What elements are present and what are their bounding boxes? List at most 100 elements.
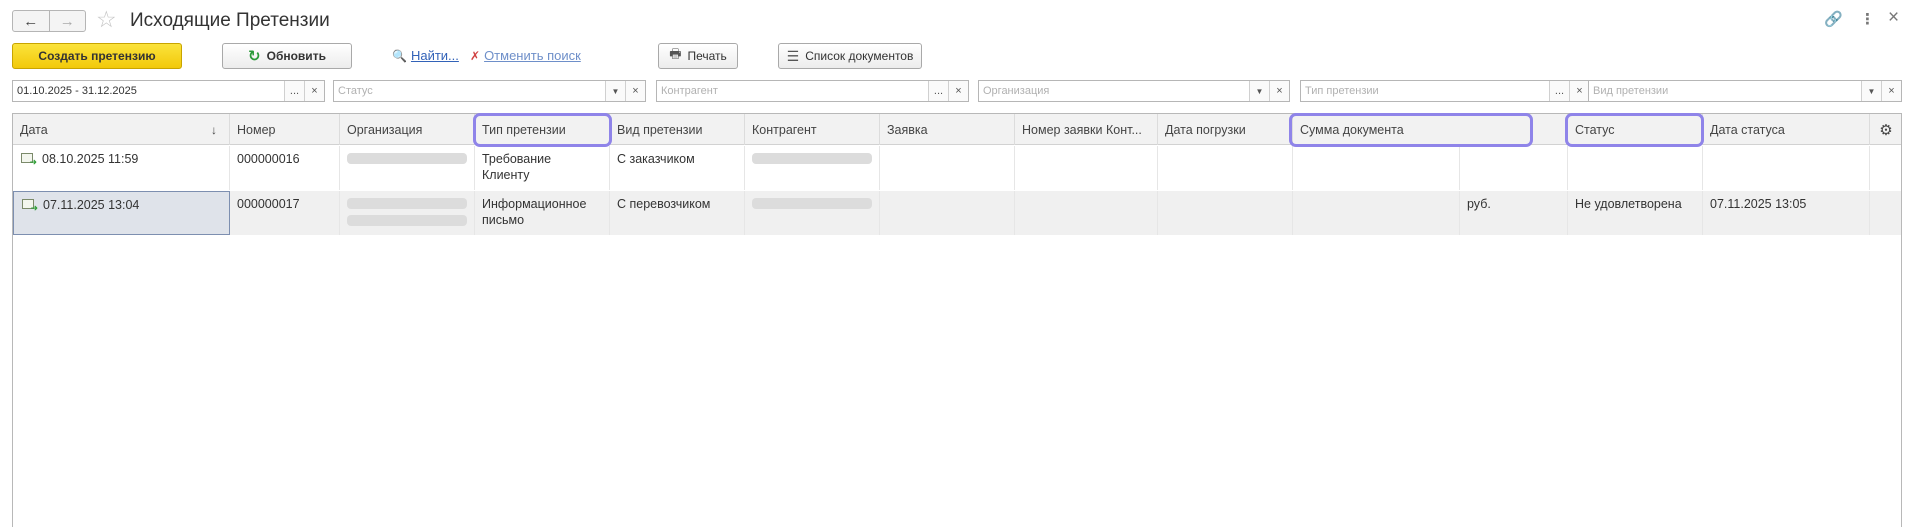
document-list-button[interactable]: ☰ Список документов — [778, 43, 922, 69]
claim-type-filter[interactable]: Тип претензии ... × — [1300, 80, 1590, 102]
cell-number[interactable]: 000000017 — [230, 191, 340, 235]
redacted-counterparty — [752, 153, 872, 164]
column-header-number[interactable]: Номер — [230, 114, 340, 145]
counterparty-placeholder[interactable]: Контрагент — [657, 81, 928, 101]
back-icon[interactable]: ← — [13, 11, 49, 31]
cell-request[interactable] — [880, 146, 1015, 190]
close-icon[interactable]: × — [1888, 7, 1899, 29]
column-header-document-amount[interactable]: Сумма документа — [1293, 114, 1568, 145]
navigation-buttons: ← → — [12, 10, 86, 32]
redacted-counterparty — [752, 198, 872, 209]
sort-desc-icon: ↓ — [211, 122, 217, 137]
more-icon[interactable]: ⋮ — [1860, 10, 1875, 28]
refresh-label: Обновить — [266, 49, 326, 63]
list-icon: ☰ — [786, 47, 800, 64]
claims-table[interactable]: Дата ↓ Номер Организация Тип претензии В… — [12, 113, 1902, 527]
organization-filter[interactable]: Организация ▼ × — [978, 80, 1290, 102]
column-header-organization[interactable]: Организация — [340, 114, 475, 145]
cell-load-date[interactable] — [1158, 191, 1293, 235]
favorite-star-icon[interactable]: ☆ — [96, 8, 117, 31]
cell-currency[interactable]: руб. — [1460, 191, 1568, 235]
document-posted-icon: ➜ — [21, 199, 38, 213]
cell-date[interactable]: ➜ 08.10.2025 11:59 — [13, 146, 230, 190]
cell-amount[interactable] — [1293, 191, 1460, 235]
cell-request[interactable] — [880, 191, 1015, 235]
find-link[interactable]: 🔍 Найти... — [392, 48, 459, 63]
cell-status[interactable] — [1568, 146, 1703, 190]
table-row[interactable]: ➜ 07.11.2025 13:04 000000017 Информационн… — [13, 191, 1901, 235]
column-header-counterparty[interactable]: Контрагент — [745, 114, 880, 145]
column-header-status-date[interactable]: Дата статуса — [1703, 114, 1870, 145]
counterparty-clear-button[interactable]: × — [948, 81, 968, 101]
claim-type-placeholder[interactable]: Тип претензии — [1301, 81, 1549, 101]
cancel-search-icon: ✗ — [470, 48, 481, 63]
counterparty-filter[interactable]: Контрагент ... × — [656, 80, 969, 102]
claim-kind-filter[interactable]: Вид претензии ▼ × — [1588, 80, 1902, 102]
cell-organization[interactable] — [340, 191, 475, 235]
redacted-organization — [347, 153, 467, 164]
organization-placeholder[interactable]: Организация — [979, 81, 1249, 101]
column-header-claim-type[interactable]: Тип претензии — [475, 114, 610, 145]
cell-status-date[interactable]: 07.11.2025 13:05 — [1703, 191, 1870, 235]
cell-status-date[interactable] — [1703, 146, 1870, 190]
column-settings-icon[interactable]: ⚙ — [1870, 114, 1902, 145]
table-row[interactable]: ➜ 08.10.2025 11:59 000000016 Требование К… — [13, 146, 1901, 190]
cell-claim-type[interactable]: Требование Клиенту — [475, 146, 610, 190]
cell-amount[interactable] — [1293, 146, 1460, 190]
find-icon: 🔍 — [392, 48, 407, 63]
status-clear-button[interactable]: × — [625, 81, 645, 101]
create-claim-label: Создать претензию — [38, 49, 156, 63]
cell-currency[interactable] — [1460, 146, 1568, 190]
column-header-status[interactable]: Статус — [1568, 114, 1703, 145]
column-header-claim-kind[interactable]: Вид претензии — [610, 114, 745, 145]
redacted-organization — [347, 215, 467, 226]
refresh-button[interactable]: ↻ Обновить — [222, 43, 352, 69]
page-title: Исходящие Претензии — [130, 10, 330, 31]
period-field[interactable]: 01.10.2025 - 31.12.2025 ... × — [12, 80, 325, 102]
claim-type-select-button[interactable]: ... — [1549, 81, 1569, 101]
link-icon[interactable]: 🔗 — [1824, 10, 1843, 28]
cell-claim-kind[interactable]: С заказчиком — [610, 146, 745, 190]
cell-organization[interactable] — [340, 146, 475, 190]
column-header-request[interactable]: Заявка — [880, 114, 1015, 145]
claim-kind-clear-button[interactable]: × — [1881, 81, 1901, 101]
print-icon: 🖶 — [669, 46, 682, 61]
status-filter[interactable]: Статус ▼ × — [333, 80, 646, 102]
period-value[interactable]: 01.10.2025 - 31.12.2025 — [13, 81, 284, 101]
cell-claim-type[interactable]: Информационное письмо — [475, 191, 610, 235]
period-clear-button[interactable]: × — [304, 81, 324, 101]
cancel-search-link[interactable]: ✗ Отменить поиск — [470, 48, 581, 63]
cell-date[interactable]: ➜ 07.11.2025 13:04 — [13, 191, 230, 235]
cell-counterparty[interactable] — [745, 191, 880, 235]
organization-clear-button[interactable]: × — [1269, 81, 1289, 101]
create-claim-button[interactable]: Создать претензию — [12, 43, 182, 69]
table-header: Дата ↓ Номер Организация Тип претензии В… — [13, 114, 1901, 145]
cancel-search-label: Отменить поиск — [484, 48, 581, 63]
forward-icon[interactable]: → — [48, 11, 86, 31]
column-header-date[interactable]: Дата ↓ — [13, 114, 230, 145]
cell-claim-kind[interactable]: С перевозчиком — [610, 191, 745, 235]
document-list-label: Список документов — [805, 49, 914, 63]
cell-number[interactable]: 000000016 — [230, 146, 340, 190]
document-posted-icon: ➜ — [20, 153, 37, 167]
column-header-request-number[interactable]: Номер заявки Конт... — [1015, 114, 1158, 145]
find-label: Найти... — [410, 48, 459, 63]
claim-kind-placeholder[interactable]: Вид претензии — [1589, 81, 1861, 101]
cell-request-number[interactable] — [1015, 191, 1158, 235]
column-header-load-date[interactable]: Дата погрузки — [1158, 114, 1293, 145]
cell-counterparty[interactable] — [745, 146, 880, 190]
redacted-organization — [347, 198, 467, 209]
print-button[interactable]: 🖶 Печать — [658, 43, 738, 69]
cell-status[interactable]: Не удовлетворена — [1568, 191, 1703, 235]
organization-dropdown-icon[interactable]: ▼ — [1249, 81, 1269, 101]
counterparty-select-button[interactable]: ... — [928, 81, 948, 101]
cell-load-date[interactable] — [1158, 146, 1293, 190]
status-placeholder[interactable]: Статус — [334, 81, 605, 101]
cell-request-number[interactable] — [1015, 146, 1158, 190]
status-dropdown-icon[interactable]: ▼ — [605, 81, 625, 101]
period-select-button[interactable]: ... — [284, 81, 304, 101]
print-label: Печать — [687, 49, 727, 63]
claim-type-clear-button[interactable]: × — [1569, 81, 1589, 101]
refresh-icon: ↻ — [248, 48, 261, 65]
claim-kind-dropdown-icon[interactable]: ▼ — [1861, 81, 1881, 101]
